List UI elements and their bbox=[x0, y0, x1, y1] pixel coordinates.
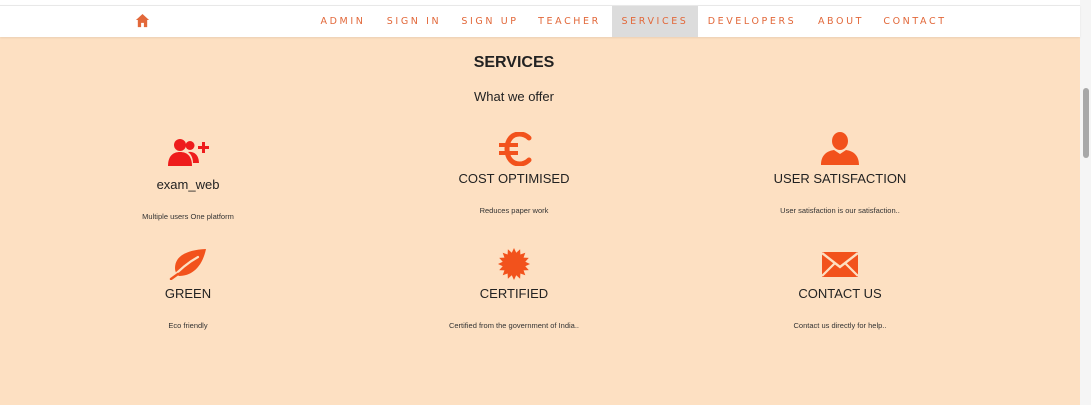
leaf-icon bbox=[169, 249, 206, 280]
service-description: Reduces paper work bbox=[479, 206, 549, 215]
nav-item-contact[interactable]: CONTACT bbox=[878, 6, 952, 37]
nav-item-developers[interactable]: DEVELOPERS bbox=[703, 6, 801, 37]
nav-item-services[interactable]: SERVICES bbox=[612, 6, 698, 37]
service-title: COST OPTIMISED bbox=[458, 171, 570, 186]
nav-item-about[interactable]: ABOUT bbox=[810, 6, 872, 37]
service-title: CERTIFIED bbox=[479, 286, 549, 301]
nav-item-admin[interactable]: ADMIN bbox=[312, 6, 374, 37]
page: ADMIN SIGN IN SIGN UP TEACHER SERVICES D… bbox=[0, 0, 1091, 405]
home-icon[interactable] bbox=[135, 13, 150, 28]
service-title: exam_web bbox=[156, 177, 220, 192]
nav-item-sign-in[interactable]: SIGN IN bbox=[380, 6, 448, 37]
envelope-icon bbox=[821, 252, 859, 277]
vertical-scrollbar[interactable] bbox=[1080, 0, 1091, 405]
service-description: Multiple users One platform bbox=[142, 212, 234, 221]
service-description: User satisfaction is our satisfaction.. bbox=[780, 206, 900, 215]
euro-icon bbox=[499, 132, 532, 166]
service-title: CONTACT US bbox=[798, 286, 882, 301]
scrollbar-thumb[interactable] bbox=[1083, 88, 1089, 158]
user-add-icon bbox=[168, 139, 209, 166]
service-description: Eco friendly bbox=[168, 321, 208, 330]
certificate-icon bbox=[498, 248, 530, 280]
service-description: Certified from the government of India.. bbox=[448, 321, 580, 330]
section-subtitle: What we offer bbox=[474, 89, 554, 104]
services-section: SERVICES What we offer exam_web Multiple… bbox=[0, 36, 1080, 405]
service-title: GREEN bbox=[164, 286, 212, 301]
section-title: SERVICES bbox=[473, 54, 555, 71]
nav-item-teacher[interactable]: TEACHER bbox=[532, 6, 607, 37]
navbar: ADMIN SIGN IN SIGN UP TEACHER SERVICES D… bbox=[0, 5, 1080, 37]
user-icon bbox=[821, 132, 859, 165]
service-description: Contact us directly for help.. bbox=[793, 321, 887, 330]
service-title: USER SATISFACTION bbox=[773, 171, 907, 186]
nav-item-sign-up[interactable]: SIGN UP bbox=[454, 6, 526, 37]
